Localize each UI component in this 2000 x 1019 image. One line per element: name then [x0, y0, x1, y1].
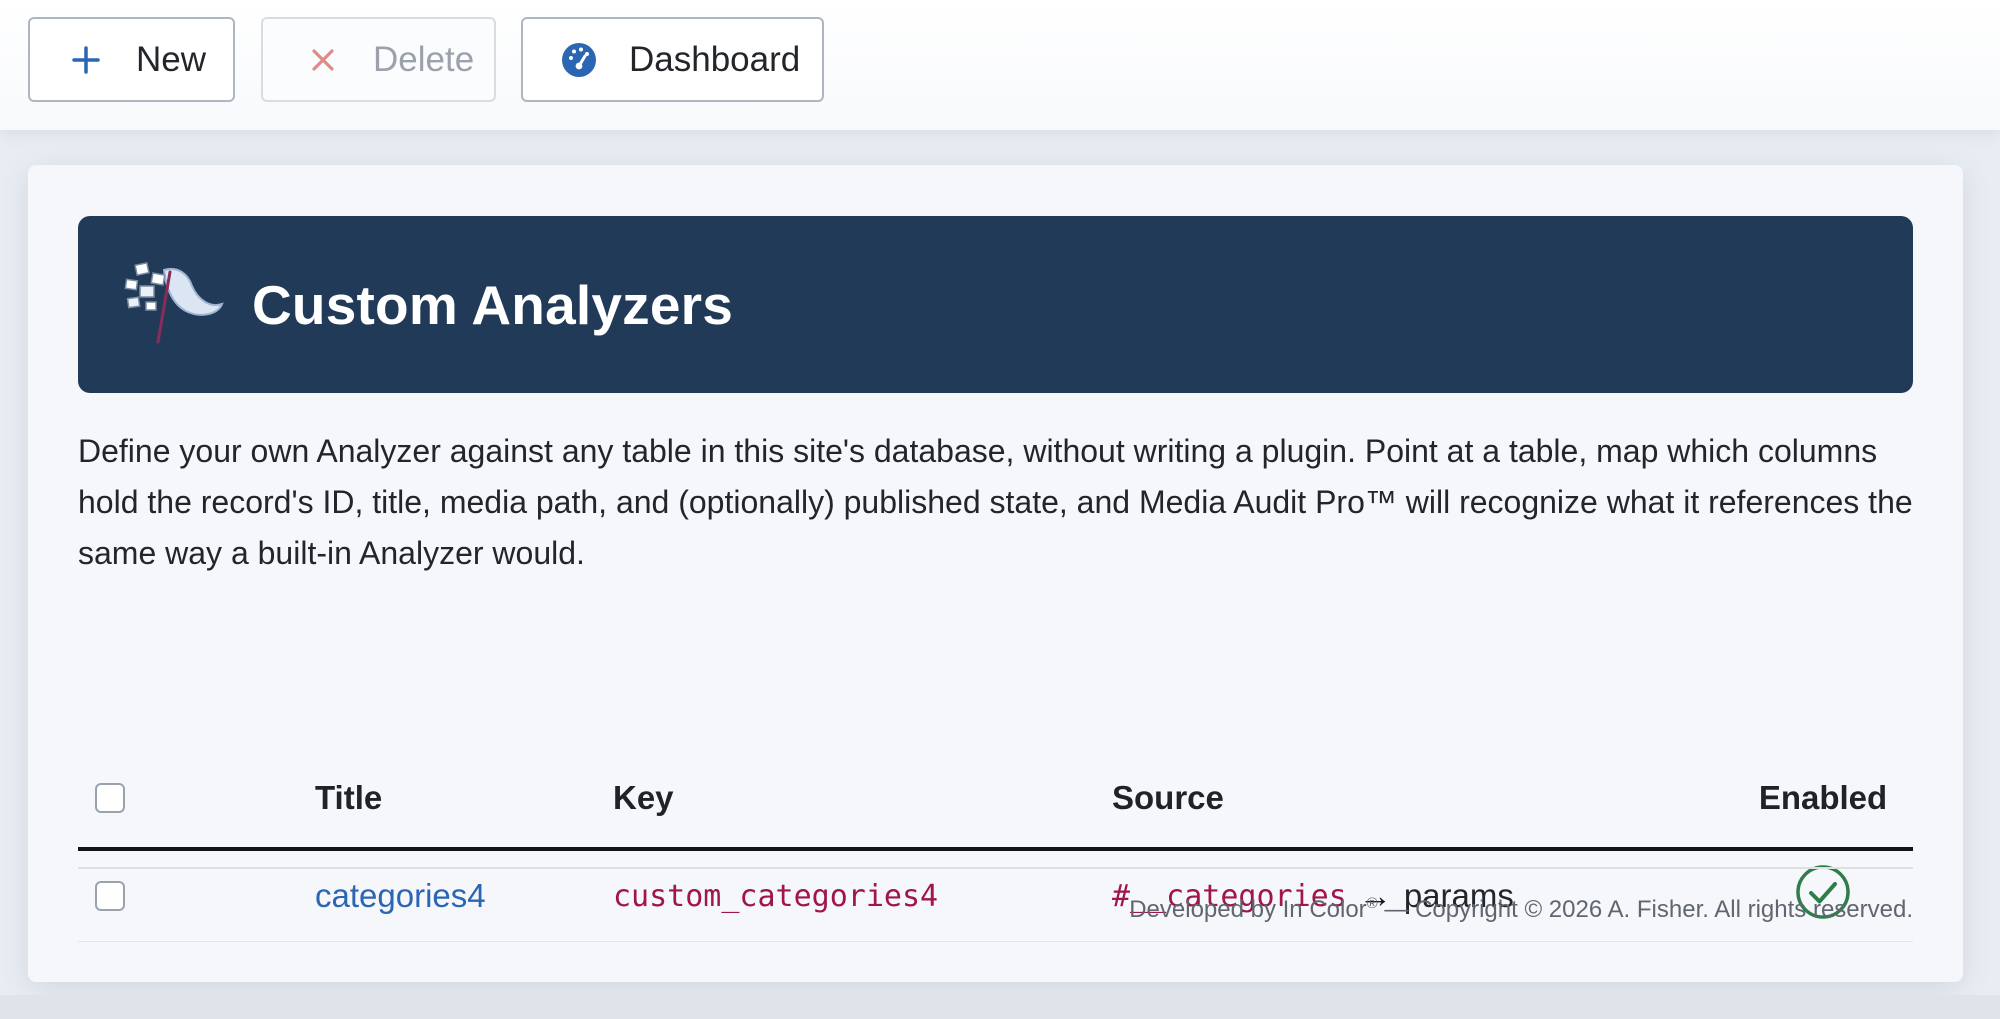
intro-description: Define your own Analyzer against any tab…: [78, 433, 1913, 571]
footer-copyright: Developed by In Color® — Copyright © 202…: [1129, 895, 1913, 924]
content-card: Custom Analyzers Define your own Analyze…: [28, 165, 1963, 982]
plus-icon: [66, 40, 106, 80]
butterfly-net-logo-icon: [122, 258, 226, 348]
analyzer-key-code: custom_categories4: [613, 878, 939, 914]
select-all-checkbox[interactable]: [95, 782, 125, 813]
registered-mark: ®: [1366, 895, 1378, 912]
dashboard-button-label: Dashboard: [629, 39, 801, 79]
table-header-row: Title Key Source Enabled: [78, 748, 1913, 851]
title-cell: categories4: [315, 851, 486, 941]
column-header-title[interactable]: Title: [315, 748, 382, 847]
footer-divider: [78, 867, 1913, 869]
column-header-source[interactable]: Source: [1112, 748, 1224, 847]
new-button-label: New: [136, 39, 207, 79]
analyzer-title-link[interactable]: categories4: [315, 877, 486, 915]
column-header-enabled[interactable]: Enabled: [1743, 748, 1903, 847]
footer-developed-by: Developed by In Color: [1129, 896, 1367, 923]
column-header-key[interactable]: Key: [613, 748, 674, 847]
close-icon: [303, 40, 343, 80]
dashboard-gauge-icon: [559, 40, 599, 80]
select-all-cell: [95, 748, 125, 847]
delete-button-label: Delete: [373, 39, 475, 79]
row-checkbox[interactable]: [95, 881, 125, 911]
page-title: Custom Analyzers: [252, 273, 734, 336]
page-header-banner: Custom Analyzers: [78, 216, 1913, 393]
key-cell: custom_categories4: [613, 851, 938, 941]
page-bottom-background: [0, 995, 2000, 1019]
row-select-cell: [95, 851, 125, 941]
new-button[interactable]: New: [28, 17, 235, 102]
delete-button[interactable]: Delete: [261, 17, 496, 102]
footer-copyright-text: — Copyright © 2026 A. Fisher. All rights…: [1377, 896, 1913, 923]
toolbar: New Delete Dashboard: [0, 0, 2000, 130]
dashboard-button[interactable]: Dashboard: [521, 17, 824, 102]
